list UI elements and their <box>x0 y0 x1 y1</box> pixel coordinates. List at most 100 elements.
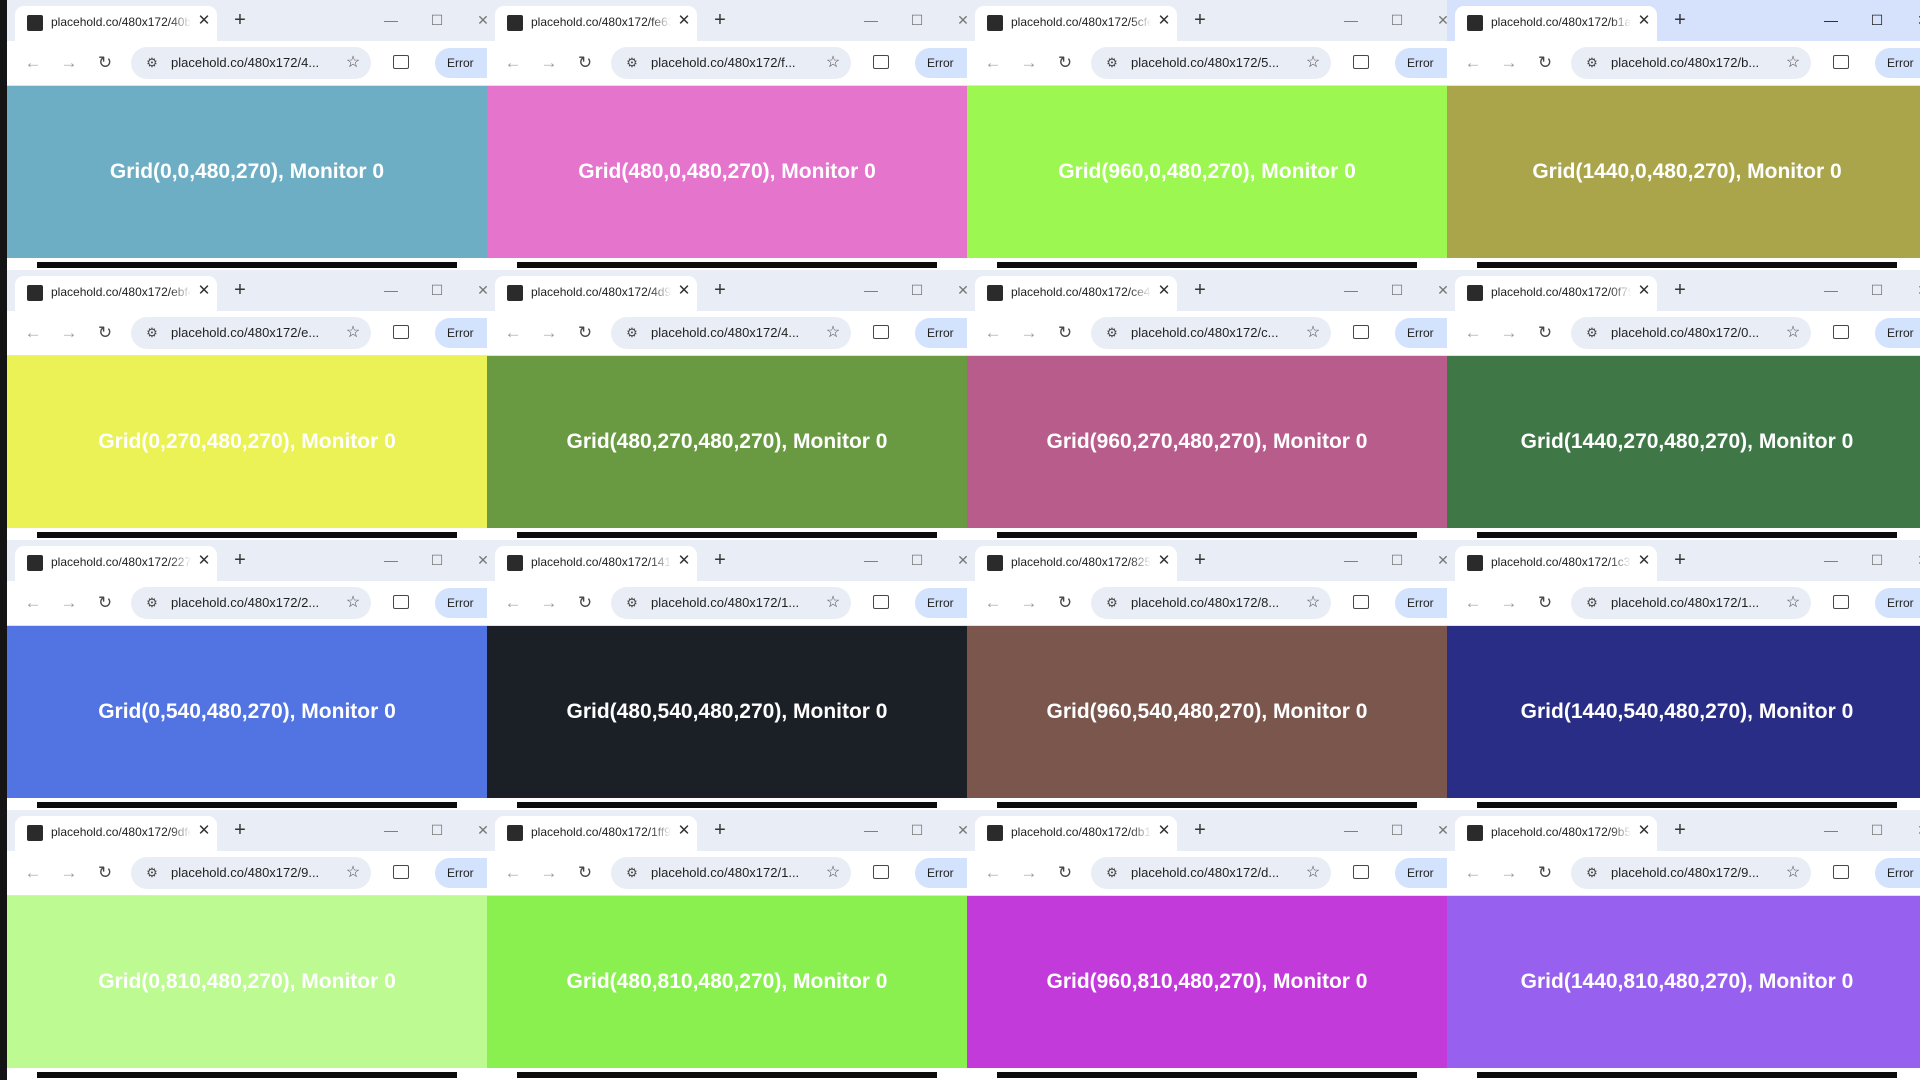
browser-tab[interactable]: placehold.co/480x172/141d26/ ✕ <box>495 546 697 581</box>
tab-close-icon[interactable]: ✕ <box>1635 822 1653 840</box>
tab-close-icon[interactable]: ✕ <box>1635 12 1653 30</box>
url-text[interactable]: placehold.co/480x172/4... <box>651 325 811 340</box>
new-tab-button[interactable]: + <box>1669 549 1691 571</box>
minimize-button[interactable]: — <box>853 278 889 302</box>
reload-button[interactable]: ↻ <box>93 591 117 615</box>
reload-button[interactable]: ↻ <box>573 861 597 885</box>
maximize-button[interactable]: ☐ <box>899 818 935 842</box>
back-button[interactable]: ← <box>21 861 45 885</box>
url-text[interactable]: placehold.co/480x172/9... <box>1611 865 1771 880</box>
reload-button[interactable]: ↻ <box>93 51 117 75</box>
profile-error-chip[interactable]: Error ⋮ <box>435 318 487 348</box>
forward-button[interactable]: → <box>537 51 561 75</box>
reload-button[interactable]: ↻ <box>93 321 117 345</box>
new-tab-button[interactable]: + <box>1189 9 1211 31</box>
tune-icon[interactable]: ⚙ <box>1581 862 1603 884</box>
browser-tab[interactable]: placehold.co/480x172/2273ee/ ✕ <box>15 546 217 581</box>
tab-close-icon[interactable]: ✕ <box>675 552 693 570</box>
maximize-button[interactable]: ☐ <box>419 548 455 572</box>
back-button[interactable]: ← <box>981 861 1005 885</box>
new-tab-button[interactable]: + <box>1669 9 1691 31</box>
new-tab-button[interactable]: + <box>709 279 731 301</box>
browser-tab[interactable]: placehold.co/480x172/0f793f/f ✕ <box>1455 276 1657 311</box>
browser-tab[interactable]: placehold.co/480x172/ebf423/f ✕ <box>15 276 217 311</box>
browser-tab[interactable]: placehold.co/480x172/5cfe19/f ✕ <box>975 6 1177 41</box>
tune-icon[interactable]: ⚙ <box>621 322 643 344</box>
profile-error-chip[interactable]: Error ⋮ <box>915 48 967 78</box>
browser-tab[interactable]: placehold.co/480x172/db12e2/ ✕ <box>975 816 1177 851</box>
minimize-button[interactable]: — <box>373 548 409 572</box>
address-bar[interactable]: ⚙ placehold.co/480x172/d... ☆ <box>1091 857 1331 889</box>
new-tab-button[interactable]: + <box>229 549 251 571</box>
back-button[interactable]: ← <box>501 321 525 345</box>
tune-icon[interactable]: ⚙ <box>1581 592 1603 614</box>
lens-icon[interactable] <box>1829 51 1853 75</box>
minimize-button[interactable]: — <box>853 548 889 572</box>
profile-error-chip[interactable]: Error ⋮ <box>435 858 487 888</box>
forward-button[interactable]: → <box>1497 861 1521 885</box>
lens-icon[interactable] <box>869 861 893 885</box>
minimize-button[interactable]: — <box>1333 548 1369 572</box>
lens-icon[interactable] <box>1829 321 1853 345</box>
minimize-button[interactable]: — <box>1333 8 1369 32</box>
tab-close-icon[interactable]: ✕ <box>195 12 213 30</box>
tab-close-icon[interactable]: ✕ <box>195 282 213 300</box>
reload-button[interactable]: ↻ <box>1533 591 1557 615</box>
star-icon[interactable]: ☆ <box>1301 51 1325 75</box>
address-bar[interactable]: ⚙ placehold.co/480x172/1... ☆ <box>1571 587 1811 619</box>
address-bar[interactable]: ⚙ placehold.co/480x172/4... ☆ <box>131 47 371 79</box>
browser-tab[interactable]: placehold.co/480x172/1c308d/ ✕ <box>1455 546 1657 581</box>
star-icon[interactable]: ☆ <box>341 861 365 885</box>
browser-tab[interactable]: placehold.co/480x172/82534c/ ✕ <box>975 546 1177 581</box>
back-button[interactable]: ← <box>501 591 525 615</box>
reload-button[interactable]: ↻ <box>1533 51 1557 75</box>
reload-button[interactable]: ↻ <box>1533 321 1557 345</box>
url-text[interactable]: placehold.co/480x172/b... <box>1611 55 1771 70</box>
lens-icon[interactable] <box>869 321 893 345</box>
browser-tab[interactable]: placehold.co/480x172/9dfe85/f ✕ <box>15 816 217 851</box>
reload-button[interactable]: ↻ <box>1053 51 1077 75</box>
forward-button[interactable]: → <box>1497 321 1521 345</box>
url-text[interactable]: placehold.co/480x172/f... <box>651 55 811 70</box>
url-text[interactable]: placehold.co/480x172/1... <box>651 595 811 610</box>
maximize-button[interactable]: ☐ <box>1859 8 1895 32</box>
tab-close-icon[interactable]: ✕ <box>1635 552 1653 570</box>
address-bar[interactable]: ⚙ placehold.co/480x172/e... ☆ <box>131 317 371 349</box>
profile-error-chip[interactable]: Error ⋮ <box>1395 48 1447 78</box>
maximize-button[interactable]: ☐ <box>1379 278 1415 302</box>
url-text[interactable]: placehold.co/480x172/1... <box>651 865 811 880</box>
back-button[interactable]: ← <box>981 591 1005 615</box>
lens-icon[interactable] <box>1829 591 1853 615</box>
url-text[interactable]: placehold.co/480x172/0... <box>1611 325 1771 340</box>
profile-error-chip[interactable]: Error ⋮ <box>1395 858 1447 888</box>
close-window-button[interactable]: ✕ <box>1425 548 1447 572</box>
star-icon[interactable]: ☆ <box>821 861 845 885</box>
new-tab-button[interactable]: + <box>229 819 251 841</box>
tab-close-icon[interactable]: ✕ <box>195 822 213 840</box>
minimize-button[interactable]: — <box>853 8 889 32</box>
back-button[interactable]: ← <box>501 51 525 75</box>
url-text[interactable]: placehold.co/480x172/d... <box>1131 865 1291 880</box>
close-window-button[interactable]: ✕ <box>945 8 967 32</box>
lens-icon[interactable] <box>389 591 413 615</box>
profile-error-chip[interactable]: Error ⋮ <box>1875 858 1920 888</box>
back-button[interactable]: ← <box>501 861 525 885</box>
tab-close-icon[interactable]: ✕ <box>1155 822 1173 840</box>
back-button[interactable]: ← <box>21 591 45 615</box>
forward-button[interactable]: → <box>1497 591 1521 615</box>
tune-icon[interactable]: ⚙ <box>1101 862 1123 884</box>
profile-error-chip[interactable]: Error ⋮ <box>915 318 967 348</box>
maximize-button[interactable]: ☐ <box>899 278 935 302</box>
star-icon[interactable]: ☆ <box>341 321 365 345</box>
address-bar[interactable]: ⚙ placehold.co/480x172/f... ☆ <box>611 47 851 79</box>
profile-error-chip[interactable]: Error ⋮ <box>915 858 967 888</box>
star-icon[interactable]: ☆ <box>821 321 845 345</box>
new-tab-button[interactable]: + <box>229 279 251 301</box>
profile-error-chip[interactable]: Error ⋮ <box>1395 588 1447 618</box>
star-icon[interactable]: ☆ <box>1781 861 1805 885</box>
address-bar[interactable]: ⚙ placehold.co/480x172/1... ☆ <box>611 857 851 889</box>
star-icon[interactable]: ☆ <box>821 51 845 75</box>
profile-error-chip[interactable]: Error ⋮ <box>1875 48 1920 78</box>
star-icon[interactable]: ☆ <box>1301 321 1325 345</box>
tab-close-icon[interactable]: ✕ <box>1155 282 1173 300</box>
